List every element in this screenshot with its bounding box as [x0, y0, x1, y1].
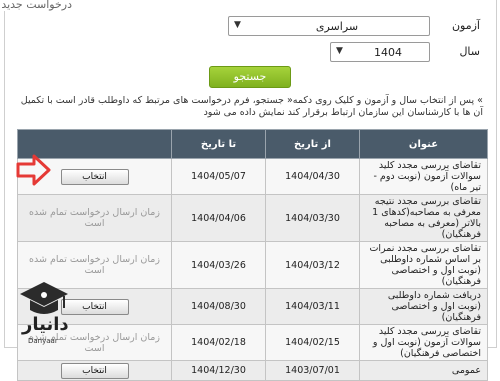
header-title: عنوان [359, 129, 488, 159]
fieldset-legend: درخواست جدید [1, 0, 72, 11]
row-from-date: 1404/03/11 [265, 288, 360, 325]
exam-select-value: سراسری [315, 20, 359, 33]
row-from-date: 1404/04/30 [265, 158, 360, 195]
row-status-cell: زمان ارسال درخواست تمام شده است [17, 194, 172, 242]
exam-label: آزمون [451, 19, 480, 32]
chevron-down-icon: ▼ [336, 46, 343, 56]
table-header-row: عنوان از تاریخ تا تاریخ [17, 129, 488, 159]
row-from-date: 1403/07/01 [265, 360, 360, 381]
select-button[interactable]: انتخاب [60, 362, 129, 379]
table-row: تقاضای بررسی مجدد نتیجه معرفی به مصاحبه(… [17, 194, 488, 242]
row-from-date: 1404/03/30 [265, 194, 360, 242]
row-to-date: 1404/04/06 [171, 194, 266, 242]
watermark-sub-text: Danyaar [28, 337, 58, 345]
row-to-date: 1404/08/30 [171, 288, 266, 325]
row-from-date: 1404/03/12 [265, 241, 360, 289]
row-title: تقاضای بررسی مجدد کلید سوالات آزمون (نوب… [359, 158, 488, 195]
row-title: دریافت شماره داوطلبی (نوبت اول و اختصاصی… [359, 288, 488, 325]
row-title: تقاضای بررسی مجدد نمرات بر اساس شماره دا… [359, 241, 488, 289]
exam-select[interactable]: سراسری ▼ [228, 16, 430, 36]
instruction-note: » پس از انتخاب سال و آزمون و کلیک روی دک… [20, 95, 483, 118]
row-from-date: 1404/02/15 [265, 324, 360, 361]
table-row: تقاضای بررسی مجدد کلید سوالات آزمون (نوب… [17, 324, 488, 361]
header-from-date: از تاریخ [265, 129, 360, 159]
table-row: تقاضای بررسی مجدد کلید سوالات آزمون (نوب… [17, 158, 488, 195]
chevron-down-icon: ▼ [234, 20, 241, 30]
table-row: عمومی 1403/07/01 1404/12/30 انتخاب [17, 360, 488, 381]
select-button[interactable]: انتخاب [60, 168, 129, 185]
row-title: تقاضای بررسی مجدد کلید سوالات آزمون (نوب… [359, 324, 488, 361]
status-text: زمان ارسال درخواست تمام شده است [29, 207, 160, 229]
requests-table: عنوان از تاریخ تا تاریخ تقاضای بررسی مجد… [17, 129, 488, 381]
search-button[interactable]: جستجو [209, 66, 291, 88]
graduation-cap-icon [20, 282, 68, 314]
row-to-date: 1404/03/26 [171, 241, 266, 289]
year-select-value: 1404 [374, 46, 402, 59]
header-to-date: تا تاریخ [171, 129, 266, 159]
table-row: دریافت شماره داوطلبی (نوبت اول و اختصاصی… [17, 288, 488, 325]
year-label: سال [459, 45, 480, 58]
row-to-date: 1404/12/30 [171, 360, 266, 381]
row-title: عمومی [359, 360, 488, 381]
row-action-cell: انتخاب [17, 360, 172, 381]
arrow-right-icon [16, 154, 51, 186]
row-title: تقاضای بررسی مجدد نتیجه معرفی به مصاحبه(… [359, 194, 488, 242]
row-to-date: 1404/02/18 [171, 324, 266, 361]
year-select[interactable]: 1404 ▼ [330, 42, 430, 62]
row-to-date: 1404/05/07 [171, 158, 266, 195]
table-row: تقاضای بررسی مجدد نمرات بر اساس شماره دا… [17, 241, 488, 289]
watermark-logo-text: دانیار [22, 314, 70, 335]
